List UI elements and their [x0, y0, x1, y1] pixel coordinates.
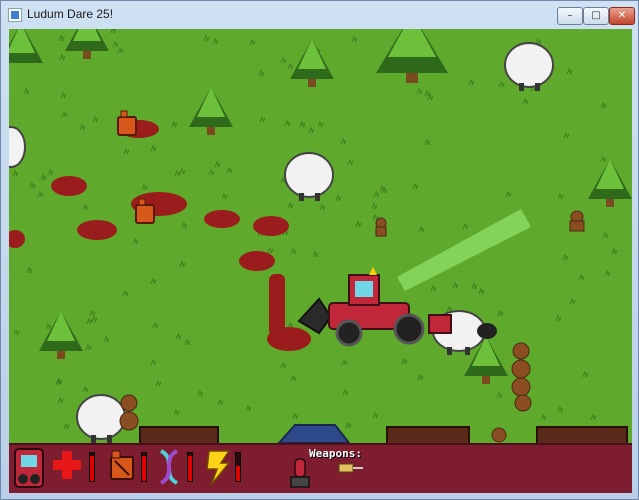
fuel-can-icon	[110, 450, 134, 480]
small-critter[interactable]	[375, 217, 387, 237]
blood-splatter	[204, 210, 240, 228]
maximize-button[interactable]: □	[583, 7, 609, 25]
small-critter[interactable]	[491, 427, 507, 443]
red-cross-health-icon	[53, 451, 81, 479]
title-bar[interactable]: Ludum Dare 25! – □ ✕	[1, 1, 638, 29]
blood-splatter	[239, 251, 275, 271]
energy-meter-fill	[236, 465, 240, 481]
window-title: Ludum Dare 25!	[27, 7, 114, 21]
minimize-button[interactable]: –	[557, 7, 583, 25]
tractor-harvester-arm	[428, 314, 452, 334]
blood-splatter	[77, 220, 117, 240]
tractor-portrait-icon	[14, 448, 44, 488]
dna-meter-fill	[188, 455, 192, 481]
dna-helix-icon	[159, 449, 179, 485]
health-meter-fill	[90, 455, 94, 481]
tractor-rear-wheel	[393, 313, 425, 345]
health-meter	[89, 452, 95, 482]
dna-meter	[187, 452, 193, 482]
game-window: Ludum Dare 25! – □ ✕ Weapons:	[0, 0, 639, 500]
energy-meter	[235, 452, 241, 482]
small-critter[interactable]	[569, 210, 585, 232]
hud-bar: Weapons:	[9, 443, 632, 493]
fuel-meter	[141, 452, 147, 482]
blood-splatter	[253, 216, 289, 236]
weapons-label: Weapons:	[309, 447, 362, 460]
lightning-bolt-icon	[206, 450, 231, 486]
tractor-window	[355, 281, 373, 297]
fuel-meter-fill	[142, 455, 146, 481]
close-button[interactable]: ✕	[609, 7, 635, 25]
blood-trail	[269, 274, 285, 336]
blood-splatter	[51, 176, 87, 196]
tractor-front-wheel	[335, 319, 363, 347]
missile-launcher-icon[interactable]	[289, 457, 311, 489]
syringe-gun-icon[interactable]	[337, 461, 365, 475]
game-viewport[interactable]	[9, 29, 632, 493]
app-icon	[8, 8, 22, 22]
blood-splatter	[267, 327, 311, 351]
game-scene[interactable]	[9, 29, 632, 493]
